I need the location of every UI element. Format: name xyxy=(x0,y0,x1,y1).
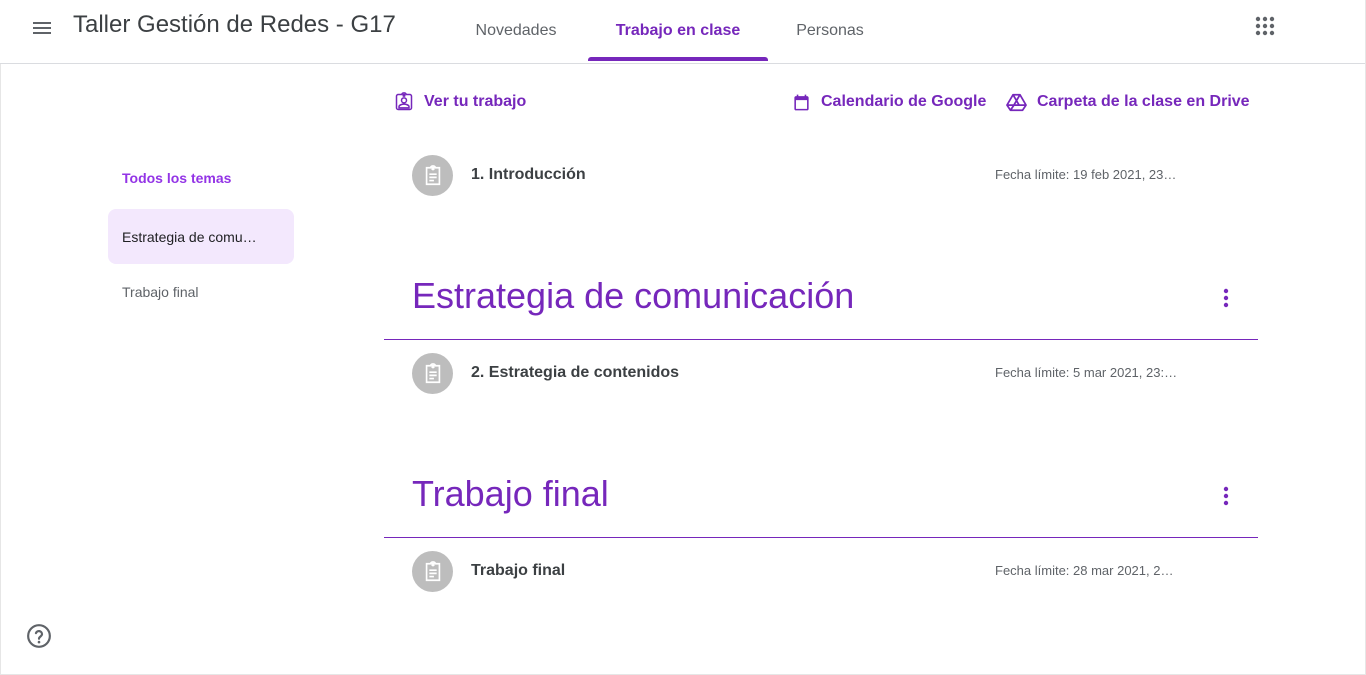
top-app-bar: Taller Gestión de Redes - G17 Novedades … xyxy=(0,0,1366,64)
assignment-icon xyxy=(425,362,440,383)
assignment-title: 2. Estrategia de contenidos xyxy=(471,364,680,381)
page-border-left xyxy=(0,64,1,675)
more-vert-icon xyxy=(1223,288,1229,308)
topic-more-options-button[interactable] xyxy=(1206,476,1246,516)
help-button[interactable] xyxy=(24,621,54,651)
topic-section-title[interactable]: Estrategia de comunicación xyxy=(412,275,854,317)
tab-novedades[interactable]: Novedades xyxy=(462,0,570,62)
google-calendar-label: Calendario de Google xyxy=(821,93,987,110)
assignment-icon xyxy=(425,164,440,185)
topic-all[interactable]: Todos los temas xyxy=(122,170,231,186)
class-drive-folder-link[interactable]: Carpeta de la clase en Drive xyxy=(1006,88,1250,116)
assignment-title: 1. Introducción xyxy=(471,166,586,183)
assignment-due-date: Fecha límite: 19 feb 2021, 23… xyxy=(995,167,1177,182)
assignment-avatar xyxy=(412,551,453,592)
more-vert-icon xyxy=(1223,486,1229,506)
main-menu-button[interactable] xyxy=(22,8,62,48)
assignment-row[interactable]: 1. Introducción Fecha límite: 19 feb 202… xyxy=(384,140,1258,212)
help-icon xyxy=(27,624,51,648)
google-apps-button[interactable] xyxy=(1245,6,1285,46)
assignment-due-date: Fecha límite: 5 mar 2021, 23:… xyxy=(995,365,1178,380)
topic-item-estrategia[interactable]: Estrategia de comu… xyxy=(108,209,294,264)
assignment-due-date: Fecha límite: 28 mar 2021, 2… xyxy=(995,563,1174,578)
assignment-row[interactable]: 2. Estrategia de contenidos Fecha límite… xyxy=(384,338,1258,410)
tab-personas[interactable]: Personas xyxy=(784,0,876,62)
google-calendar-link[interactable]: Calendario de Google xyxy=(792,88,986,116)
class-drive-folder-label: Carpeta de la clase en Drive xyxy=(1037,93,1250,110)
apps-grid-icon xyxy=(1255,16,1275,36)
assignment-icon xyxy=(425,560,440,581)
topic-section-title[interactable]: Trabajo final xyxy=(412,473,609,515)
calendar-icon xyxy=(794,94,809,110)
assignment-row[interactable]: Trabajo final Fecha límite: 28 mar 2021,… xyxy=(384,536,1258,608)
drive-icon xyxy=(1006,93,1027,111)
assignment-avatar xyxy=(412,353,453,394)
assignment-title: Trabajo final xyxy=(471,562,566,579)
topic-item-trabajo-final[interactable]: Trabajo final xyxy=(108,264,294,319)
menu-icon xyxy=(33,22,51,34)
tab-trabajo-en-clase[interactable]: Trabajo en clase xyxy=(588,0,768,62)
topic-more-options-button[interactable] xyxy=(1206,278,1246,318)
class-title[interactable]: Taller Gestión de Redes - G17 xyxy=(73,8,396,42)
active-tab-indicator xyxy=(588,57,768,61)
assignment-avatar xyxy=(412,155,453,196)
view-your-work-label: Ver tu trabajo xyxy=(424,93,527,110)
view-your-work-link[interactable]: Ver tu trabajo xyxy=(394,88,526,116)
assignment-ind-icon xyxy=(395,92,413,111)
